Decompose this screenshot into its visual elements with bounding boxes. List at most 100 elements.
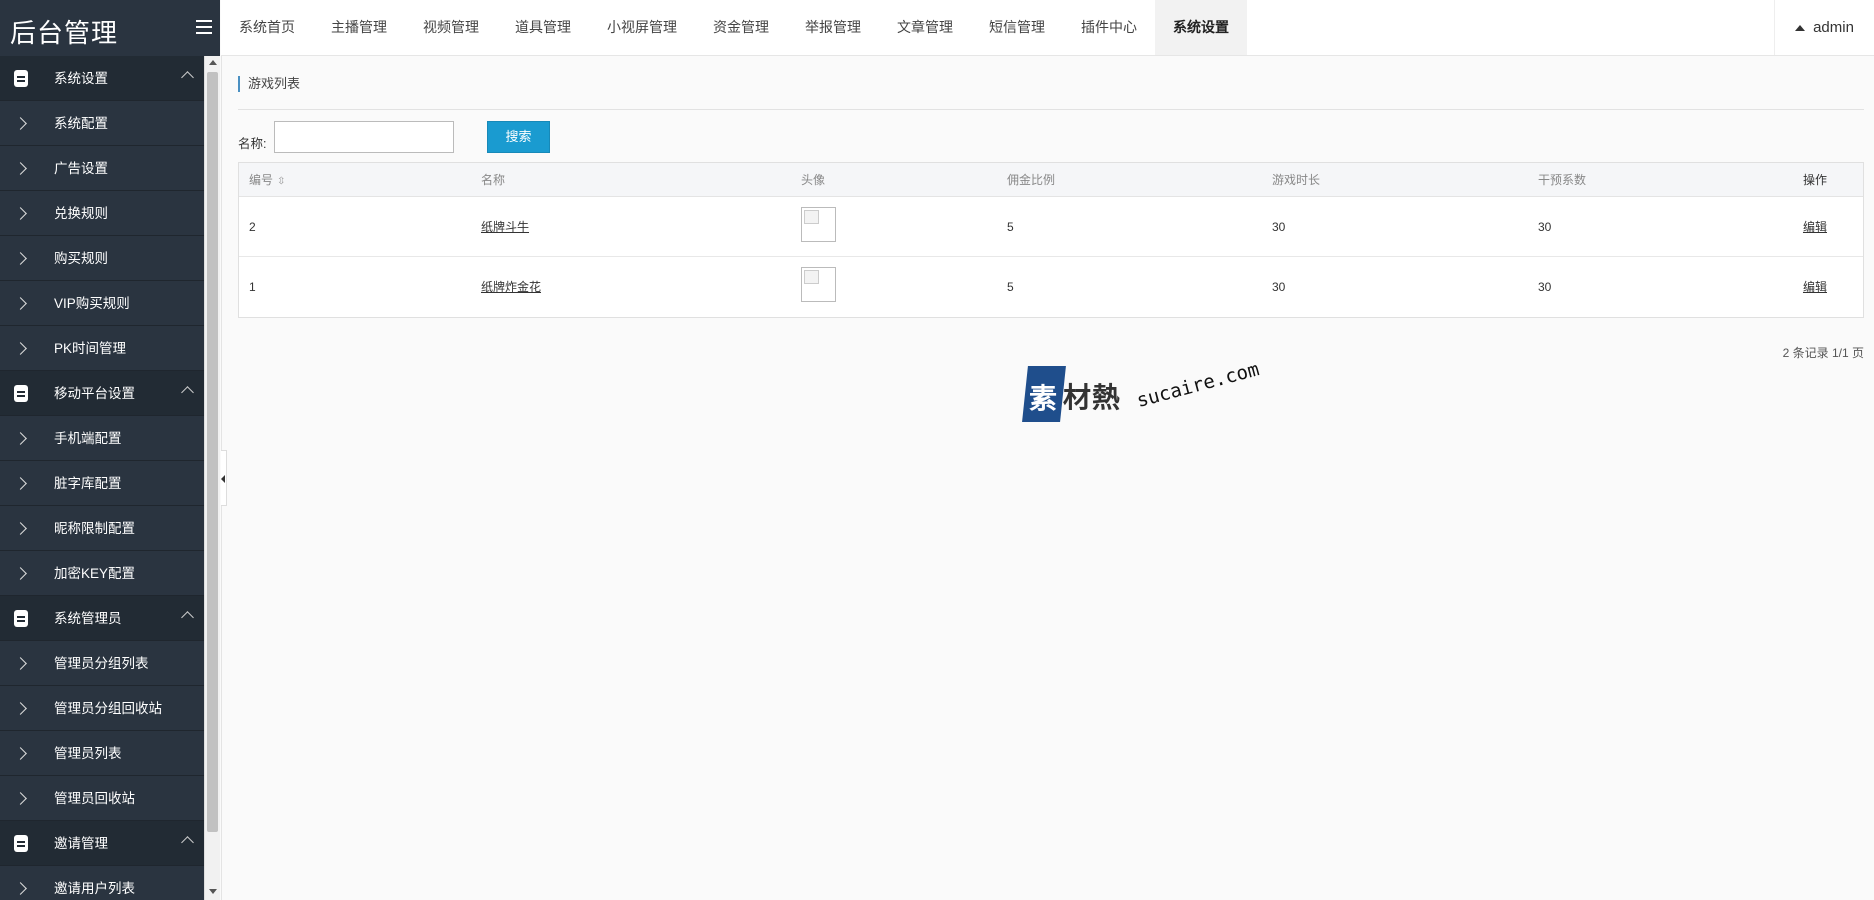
chevron-right-icon [14,522,27,535]
pagination-info: 2 条记录 1/1 页 [1782,346,1864,360]
sidebar-group-label: 系统管理员 [54,611,122,626]
cell-id: 1 [249,280,256,294]
chevron-right-icon [14,747,27,760]
scrollbar-thumb[interactable] [207,72,218,832]
sidebar-item-admin-groups[interactable]: 管理员分组列表 [0,641,204,686]
sidebar-item-admin-group-recycle[interactable]: 管理员分组回收站 [0,686,204,731]
broken-image-icon [801,207,836,242]
sidebar-item-admin-list[interactable]: 管理员列表 [0,731,204,776]
nav-item-plugins[interactable]: 插件中心 [1063,0,1155,55]
sidebar-item-pk-time[interactable]: PK时间管理 [0,326,204,371]
cell-commission: 5 [1007,280,1014,294]
sidebar-item-label: 昵称限制配置 [54,521,135,536]
sidebar-item-label: 系统配置 [54,116,108,131]
sidebar-group-label: 系统设置 [54,71,108,86]
chevron-right-icon [14,252,27,265]
sidebar-item-label: 邀请用户列表 [54,881,135,896]
nav-item-video[interactable]: 视频管理 [405,0,497,55]
sidebar-item-admin-recycle[interactable]: 管理员回收站 [0,776,204,821]
sidebar-item-mobile-config[interactable]: 手机端配置 [0,416,204,461]
nav-item-sms[interactable]: 短信管理 [971,0,1063,55]
sidebar-scrollbar[interactable] [204,56,220,900]
sidebar-item-vip-rules[interactable]: VIP购买规则 [0,281,204,326]
sidebar-item-invited-users[interactable]: 邀请用户列表 [0,866,204,900]
name-search-input[interactable] [274,121,454,153]
sidebar-item-label: 管理员列表 [54,746,122,761]
scroll-up-arrow-icon[interactable] [209,60,217,65]
broken-image-icon [801,267,836,302]
nav-item-finance[interactable]: 资金管理 [695,0,787,55]
chevron-right-icon [14,882,27,895]
chevron-up-icon [181,611,194,624]
header-duration: 游戏时长 [1272,173,1321,187]
sidebar-group-invites[interactable]: 邀请管理 [0,821,204,866]
sidebar-item-label: 管理员回收站 [54,791,135,806]
sidebar-group-mobile-platform[interactable]: 移动平台设置 [0,371,204,416]
nav-item-article[interactable]: 文章管理 [879,0,971,55]
top-nav: 系统首页 主播管理 视频管理 道具管理 小视屏管理 资金管理 举报管理 文章管理… [221,0,1874,56]
nav-item-home[interactable]: 系统首页 [221,0,313,55]
sidebar-group-label: 移动平台设置 [54,386,135,401]
sidebar-item-label: VIP购买规则 [54,296,130,311]
header-action: 操作 [1802,173,1827,187]
cell-coefficient: 30 [1538,280,1552,294]
sidebar-item-system-config[interactable]: 系统配置 [0,101,204,146]
sidebar-item-encrypt-key[interactable]: 加密KEY配置 [0,551,204,596]
chevron-right-icon [14,342,27,355]
nav-item-short-video[interactable]: 小视屏管理 [589,0,695,55]
sidebar-item-label: 脏字库配置 [54,476,122,491]
nav-item-report[interactable]: 举报管理 [787,0,879,55]
user-menu[interactable]: admin [1774,0,1874,55]
sidebar-item-ad-settings[interactable]: 广告设置 [0,146,204,191]
search-label: 名称: [238,137,267,151]
sidebar-item-purchase-rules[interactable]: 购买规则 [0,236,204,281]
divider [238,109,1864,110]
chevron-right-icon [14,117,27,130]
header-name: 名称 [481,173,506,187]
chevron-right-icon [14,477,27,490]
sort-icon[interactable]: ⇳ [277,165,285,199]
menu-toggle-icon[interactable] [196,20,212,34]
sidebar-item-label: 广告设置 [54,161,108,176]
document-icon [14,385,28,402]
header-id-label: 编号 [249,173,274,187]
header-coefficient: 干预系数 [1538,173,1587,187]
header-commission: 佣金比例 [1007,173,1056,187]
sidebar-group-system-settings[interactable]: 系统设置 [0,56,204,101]
sidebar-item-profanity-config[interactable]: 脏字库配置 [0,461,204,506]
app-title: 后台管理 [10,18,119,48]
nav-item-props[interactable]: 道具管理 [497,0,589,55]
nav-item-system-settings[interactable]: 系统设置 [1155,0,1247,55]
chevron-right-icon [14,432,27,445]
edit-link[interactable]: 编辑 [1803,257,1827,317]
chevron-right-icon [14,657,27,670]
sidebar-item-nickname-limit[interactable]: 昵称限制配置 [0,506,204,551]
search-button[interactable]: 搜索 [487,121,550,153]
scroll-down-arrow-icon[interactable] [209,889,217,894]
sidebar-item-label: 手机端配置 [54,431,122,446]
sidebar-group-admins[interactable]: 系统管理员 [0,596,204,641]
sidebar-item-label: 兑换规则 [54,206,108,221]
sidebar-item-label: 加密KEY配置 [54,566,136,581]
game-name-link[interactable]: 纸牌斗牛 [481,197,529,257]
cell-commission: 5 [1007,220,1014,234]
cell-coefficient: 30 [1538,220,1552,234]
sidebar: 系统设置 系统配置 广告设置 兑换规则 购买规则 VIP购买规则 PK时间管理 … [0,56,204,900]
sidebar-group-label: 邀请管理 [54,836,108,851]
chevron-right-icon [14,297,27,310]
chevron-right-icon [14,207,27,220]
table-row: 1 纸牌炸金花 5 30 30 编辑 [239,257,1863,317]
chevron-right-icon [14,567,27,580]
nav-item-anchor[interactable]: 主播管理 [313,0,405,55]
caret-up-icon [1795,24,1806,31]
header-id[interactable]: 编号 ⇳ [249,163,285,199]
chevron-right-icon [14,162,27,175]
watermark-logo: 素 材熱 sucaire.com [1022,358,1275,436]
watermark-text-en: sucaire.com [1134,358,1262,412]
cell-id: 2 [249,220,256,234]
header-avatar: 头像 [801,173,826,187]
game-name-link[interactable]: 纸牌炸金花 [481,257,541,317]
edit-link[interactable]: 编辑 [1803,197,1827,257]
cell-duration: 30 [1272,280,1286,294]
sidebar-item-exchange-rules[interactable]: 兑换规则 [0,191,204,236]
